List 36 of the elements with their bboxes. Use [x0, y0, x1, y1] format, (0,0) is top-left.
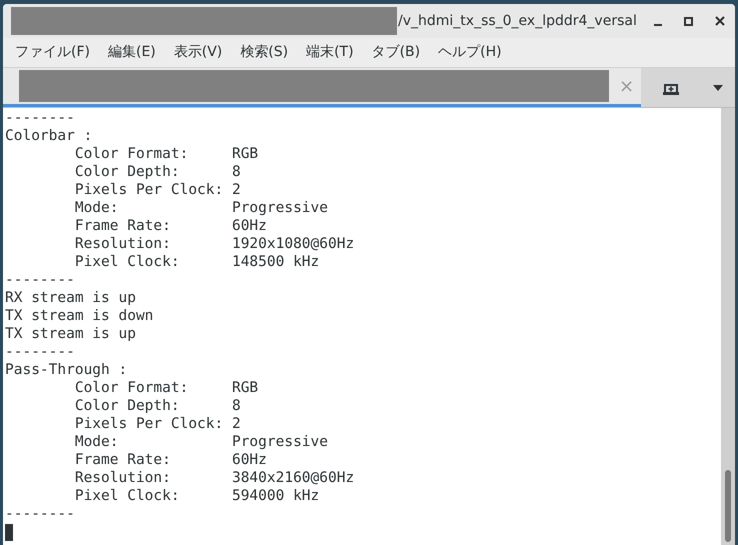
terminal-line: Resolution: 1920x1080@60Hz [74, 235, 354, 253]
terminal-line: Pixel Clock: 594000 kHz [74, 487, 320, 505]
terminal-line: TX stream is down [5, 307, 154, 325]
terminal-line: Frame Rate: 60Hz [74, 451, 267, 469]
scrollbar-thumb[interactable] [725, 470, 731, 542]
terminal-line: -------- [5, 271, 75, 289]
caret-icon [713, 84, 724, 90]
menu-item[interactable]: 表示(V) [166, 42, 230, 63]
terminal-line: Frame Rate: 60Hz [74, 217, 267, 235]
terminal-cursor [5, 524, 13, 541]
terminal-line: Color Format: RGB [74, 379, 258, 397]
scrollbar[interactable] [721, 108, 735, 545]
terminal-line: Resolution: 3840x2160@60Hz [74, 469, 354, 487]
terminal-line: Color Depth: 8 [74, 397, 241, 415]
terminal-line: Color Depth: 8 [74, 163, 241, 181]
terminal-line: Mode: Progressive [74, 199, 328, 217]
window-title: /v_hdmi_tx_ss_0_ex_lpddr4_versal [398, 12, 637, 30]
close-icon [715, 16, 725, 26]
terminal-line: Mode: Progressive [74, 433, 328, 451]
menu-item[interactable]: タブ(B) [364, 42, 428, 63]
terminal-line: Pass-Through : [5, 361, 128, 379]
terminal-line: TX stream is up [5, 325, 136, 343]
terminal-line: Color Format: RGB [74, 145, 258, 163]
terminal-line: RX stream is up [5, 289, 136, 307]
menu-item[interactable]: 検索(S) [232, 42, 296, 63]
menu-item[interactable]: ファイル(F) [7, 42, 98, 63]
terminal-line: -------- [5, 109, 75, 127]
menu-item[interactable]: 端末(T) [298, 42, 362, 63]
terminal-line: -------- [5, 505, 75, 523]
menu-item[interactable]: ヘルプ(H) [430, 42, 510, 63]
menu-item[interactable]: 編集(E) [100, 42, 164, 63]
terminal-line: -------- [5, 343, 75, 361]
terminal-line: Pixels Per Clock: 2 [74, 415, 241, 433]
terminal-line: Pixel Clock: 148500 kHz [74, 253, 320, 271]
terminal-line: Pixels Per Clock: 2 [74, 181, 241, 199]
terminal-line: Colorbar : [5, 127, 92, 145]
